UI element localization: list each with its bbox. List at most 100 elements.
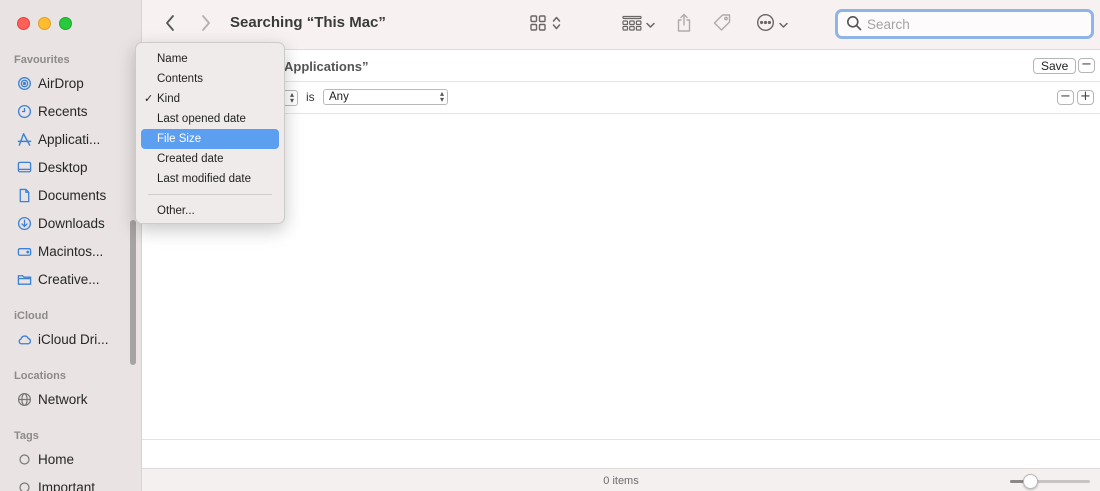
sidebar-item-downloads[interactable]: Downloads [16, 212, 105, 234]
slider-knob[interactable] [1022, 474, 1038, 489]
menu-item-label: Other... [157, 205, 195, 217]
up-down-chevron-icon: ▴ ▾ [439, 89, 444, 104]
chevron-down-icon [779, 17, 788, 32]
sidebar-item-label: Recents [38, 103, 88, 119]
results-area[interactable] [142, 114, 1100, 440]
status-bar: 0 items [142, 468, 1100, 491]
search-input[interactable] [867, 16, 1067, 32]
sidebar-item-label: Network [38, 391, 88, 407]
toolbar: Searching “This Mac” [142, 0, 1100, 50]
action-button[interactable] [752, 13, 792, 35]
desktop-icon [16, 159, 32, 175]
forward-button[interactable] [196, 13, 216, 35]
menu-item-kind[interactable]: ✓ Kind [141, 89, 279, 109]
window-title: Searching “This Mac” [230, 14, 386, 31]
sidebar-scrollbar[interactable] [130, 220, 136, 365]
sidebar-item-tag-important[interactable]: Important [16, 476, 95, 491]
search-rule-row: ▴ ▾ is Any ▴ ▾ − + [142, 82, 1100, 114]
menu-item-label: Kind [157, 93, 181, 105]
back-button[interactable] [160, 13, 180, 35]
applications-icon [16, 131, 32, 147]
search-scope-applications[interactable]: Applications” [284, 59, 369, 74]
sidebar-item-label: Home [38, 451, 75, 467]
sidebar: Favourites AirDrop Recents Applicati... … [0, 0, 142, 491]
sidebar-section-favourites: Favourites [14, 54, 70, 66]
sidebar-section-icloud: iCloud [14, 310, 49, 322]
sidebar-item-network[interactable]: Network [16, 388, 88, 410]
menu-item-created-date[interactable]: Created date [141, 149, 279, 169]
menu-item-label: File Size [157, 133, 202, 145]
sidebar-item-label: Important [38, 479, 96, 491]
share-icon [676, 13, 692, 36]
chevron-down-icon [645, 17, 655, 32]
document-icon [16, 187, 32, 203]
menu-item-label: Contents [157, 73, 204, 85]
drive-icon [16, 243, 32, 259]
ellipsis-circle-icon [756, 13, 775, 35]
sidebar-item-desktop[interactable]: Desktop [16, 156, 88, 178]
share-button[interactable] [674, 12, 694, 36]
sidebar-item-applications[interactable]: Applicati... [16, 128, 100, 150]
sidebar-item-recents[interactable]: Recents [16, 100, 88, 122]
kind-value-label: Any [329, 91, 349, 103]
menu-item-name[interactable]: Name [141, 49, 279, 69]
sidebar-item-label: Applicati... [38, 131, 101, 147]
sidebar-section-tags: Tags [14, 430, 39, 442]
grid-view-icon [529, 14, 547, 35]
menu-item-contents[interactable]: Contents [141, 69, 279, 89]
search-scope-bar: Applications” Save − [142, 51, 1100, 82]
rule-operator: is [306, 90, 315, 104]
menu-item-label: Last opened date [157, 113, 246, 125]
sidebar-section-locations: Locations [14, 370, 66, 382]
checkmark-icon: ✓ [144, 93, 154, 105]
view-mode-button[interactable] [524, 13, 566, 35]
search-field[interactable] [835, 9, 1094, 39]
tags-button[interactable] [711, 13, 733, 35]
add-rule-button[interactable]: + [1077, 90, 1094, 105]
remove-rule-button[interactable]: − [1057, 90, 1074, 105]
folder-icon [16, 271, 32, 287]
sidebar-item-label: Creative... [38, 271, 100, 287]
menu-item-label: Name [157, 53, 188, 65]
maximize-window-button[interactable] [59, 17, 72, 30]
window-controls [17, 17, 72, 30]
menu-item-last-opened-date[interactable]: Last opened date [141, 109, 279, 129]
group-button[interactable] [618, 13, 658, 35]
minimize-window-button[interactable] [38, 17, 51, 30]
chevron-right-icon [200, 14, 212, 35]
group-grid-icon [621, 15, 642, 34]
item-count: 0 items [603, 475, 639, 487]
sidebar-item-label: Downloads [38, 215, 105, 231]
sidebar-item-label: Desktop [38, 159, 88, 175]
remove-scope-button[interactable]: − [1078, 58, 1095, 73]
airdrop-icon [16, 75, 32, 91]
sidebar-item-documents[interactable]: Documents [16, 184, 106, 206]
sidebar-item-creative[interactable]: Creative... [16, 268, 100, 290]
up-down-chevron-icon: ▴ ▾ [289, 90, 294, 105]
icon-size-slider[interactable] [1010, 474, 1090, 489]
menu-item-last-modified-date[interactable]: Last modified date [141, 169, 279, 189]
chevron-left-icon [164, 14, 176, 35]
cloud-icon [16, 331, 32, 347]
menu-separator [148, 194, 272, 195]
sidebar-item-label: AirDrop [38, 75, 84, 91]
attribute-menu: Name Contents ✓ Kind Last opened date Fi… [135, 42, 285, 224]
globe-icon [16, 391, 32, 407]
kind-value-popup-button[interactable]: Any ▴ ▾ [323, 89, 448, 105]
up-down-chevron-icon [552, 15, 561, 34]
close-window-button[interactable] [17, 17, 30, 30]
search-icon [846, 15, 867, 34]
sidebar-item-macintosh-hd[interactable]: Macintos... [16, 240, 103, 262]
sidebar-item-icloud-drive[interactable]: iCloud Dri... [16, 328, 109, 350]
clock-icon [16, 103, 32, 119]
menu-item-other[interactable]: Other... [141, 201, 279, 221]
save-search-button[interactable]: Save [1033, 58, 1077, 74]
menu-item-label: Last modified date [157, 173, 251, 185]
tag-circle-icon [16, 479, 32, 491]
menu-item-file-size[interactable]: File Size [141, 129, 279, 149]
sidebar-item-airdrop[interactable]: AirDrop [16, 72, 84, 94]
tag-circle-icon [16, 451, 32, 467]
sidebar-item-label: Macintos... [38, 243, 104, 259]
sidebar-item-tag-home[interactable]: Home [16, 448, 74, 470]
menu-item-label: Created date [157, 153, 224, 165]
